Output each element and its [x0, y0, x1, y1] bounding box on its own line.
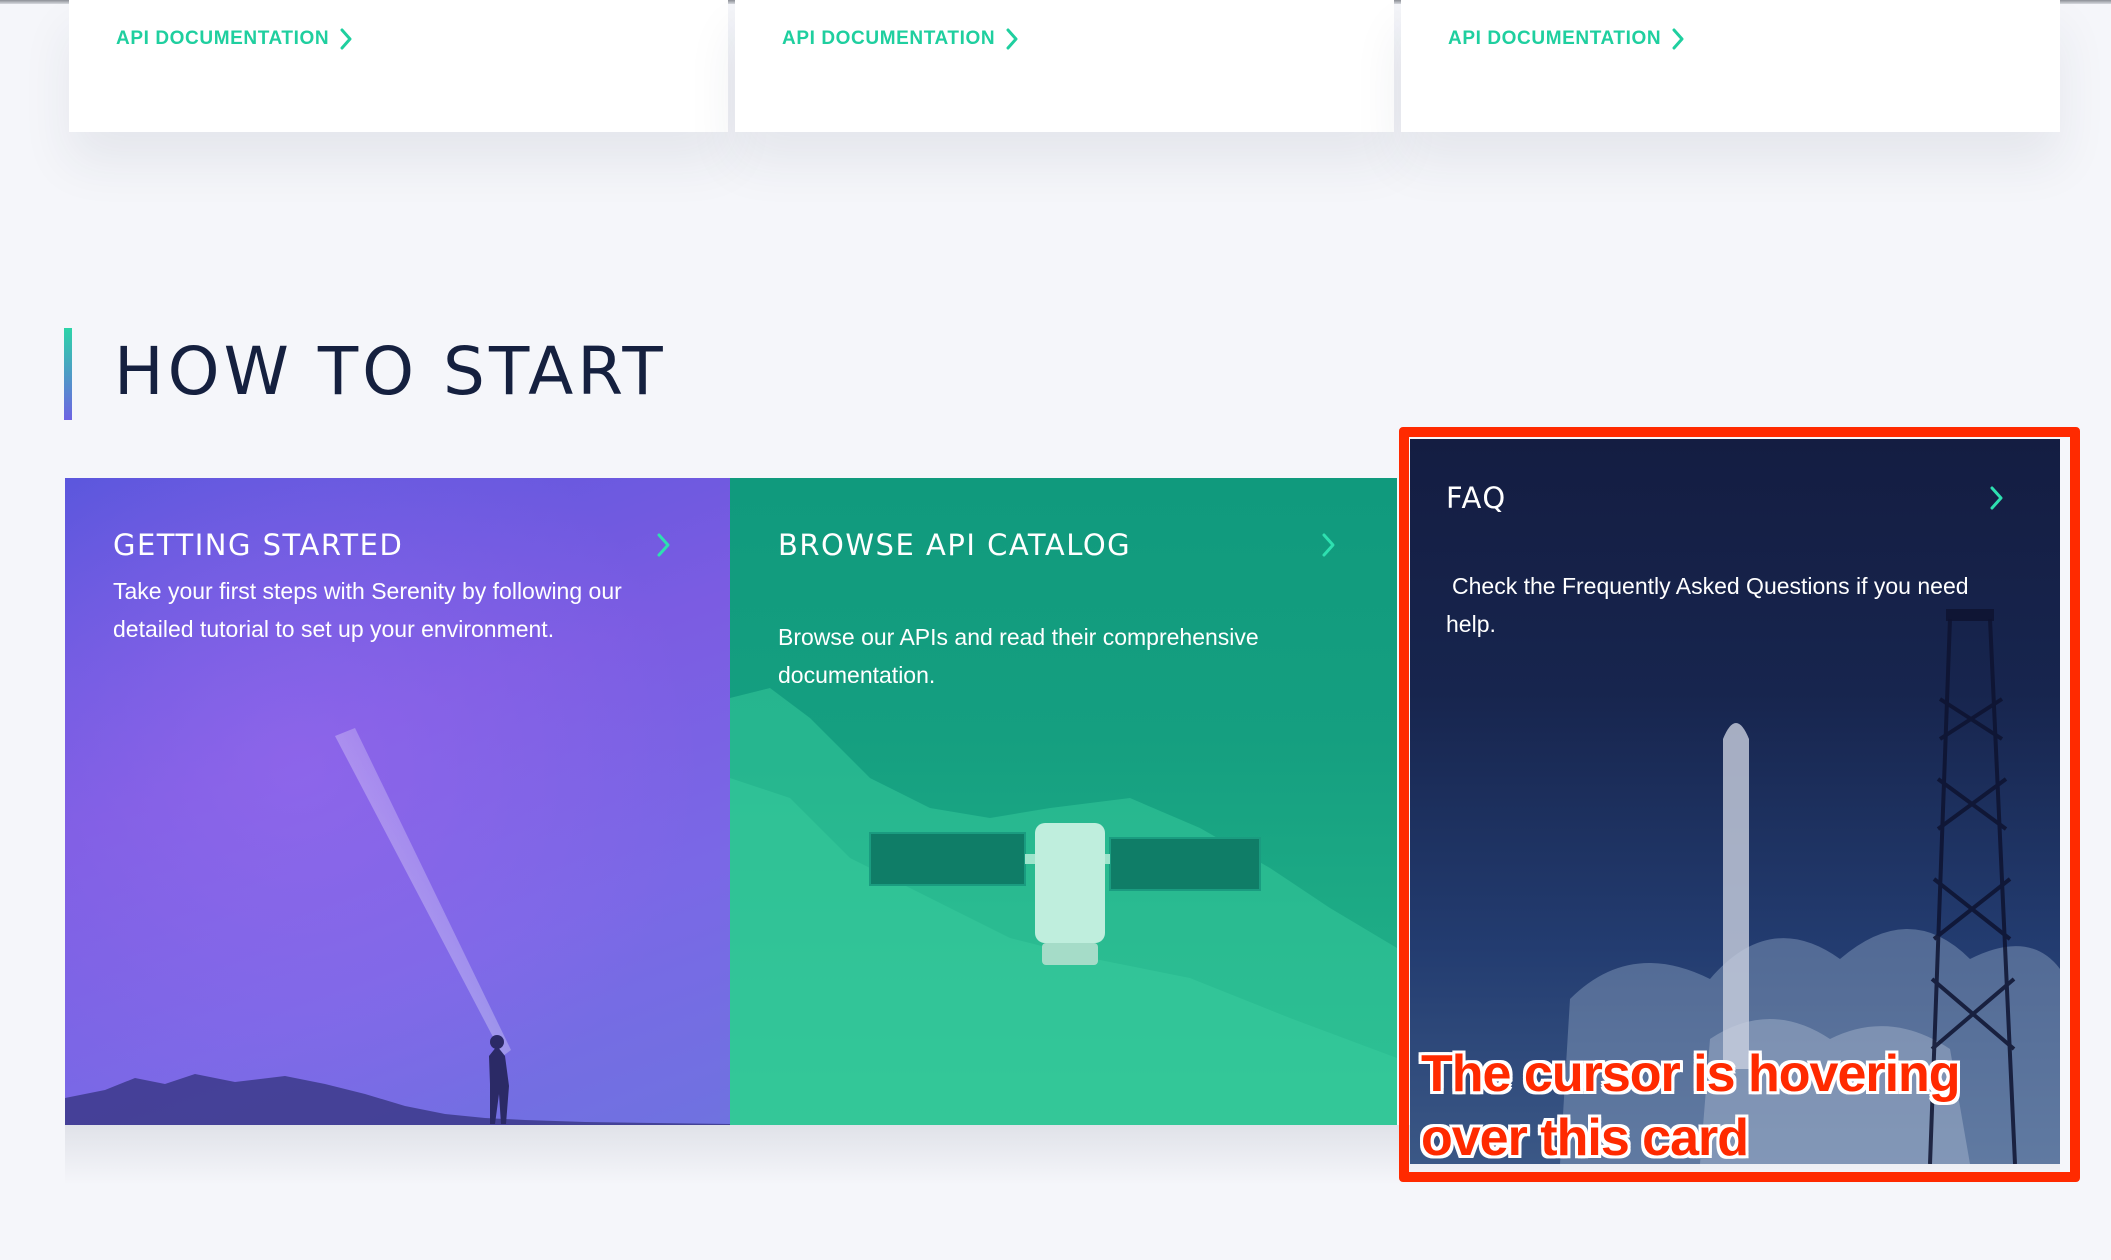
api-card-1: API DOCUMENTATION: [69, 0, 728, 132]
hover-annotation: The cursor is hovering over this card: [1421, 1045, 1961, 1167]
card-title: FAQ: [1446, 481, 1507, 515]
chevron-right-icon: [657, 533, 670, 557]
api-documentation-label: API DOCUMENTATION: [1448, 28, 1662, 49]
api-card-3: API DOCUMENTATION: [1401, 0, 2060, 132]
api-documentation-label: API DOCUMENTATION: [782, 28, 996, 49]
api-documentation-link[interactable]: API DOCUMENTATION: [1448, 28, 1685, 50]
chevron-right-icon: [1672, 28, 1684, 50]
card-description: Take your first steps with Serenity by f…: [113, 578, 622, 642]
chevron-right-icon: [1006, 28, 1018, 50]
api-card-2: API DOCUMENTATION: [735, 0, 1394, 132]
api-documentation-link[interactable]: API DOCUMENTATION: [116, 28, 353, 50]
chevron-right-icon: [1990, 486, 2003, 510]
card-description: Check the Frequently Asked Questions if …: [1446, 573, 1969, 637]
getting-started-card[interactable]: GETTING STARTED Take your first steps wi…: [65, 478, 730, 1125]
api-documentation-label: API DOCUMENTATION: [116, 28, 330, 49]
api-documentation-link[interactable]: API DOCUMENTATION: [782, 28, 1019, 50]
browse-api-catalog-card[interactable]: BROWSE API CATALOG Browse our APIs and r…: [730, 478, 1397, 1125]
chevron-right-icon: [1322, 533, 1335, 557]
section-heading: HOW TO START: [114, 333, 667, 410]
card-description: Browse our APIs and read their comprehen…: [778, 624, 1259, 688]
card-title: GETTING STARTED: [113, 528, 404, 562]
chevron-right-icon: [340, 28, 352, 50]
card-title: BROWSE API CATALOG: [778, 528, 1132, 562]
satellite-illustration: [730, 688, 1397, 1125]
heading-accent-bar: [64, 328, 72, 420]
